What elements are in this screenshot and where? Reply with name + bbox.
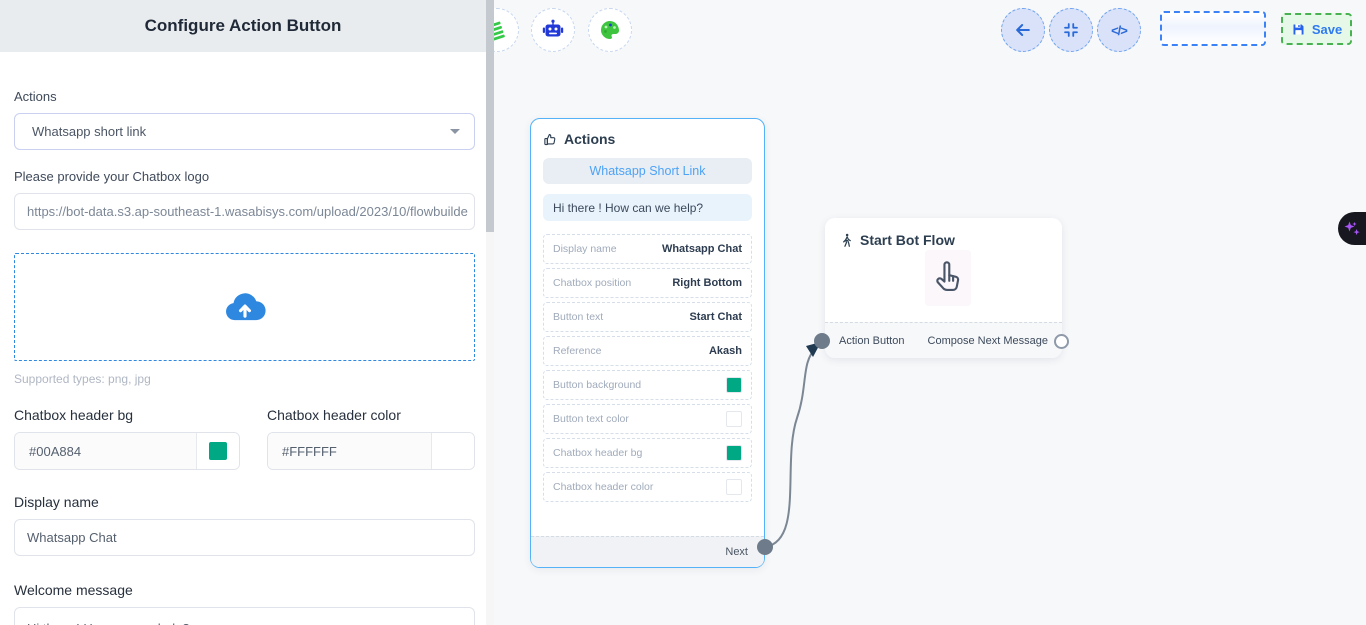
- compose-next-message-handle-label: Compose Next Message: [928, 335, 1048, 347]
- next-output-row: Next: [531, 536, 764, 567]
- actions-label: Actions: [14, 89, 475, 104]
- edge-next-to-action-button: [765, 348, 816, 547]
- chatbox-header-bg-picker[interactable]: [196, 433, 239, 469]
- welcome-message-input[interactable]: Hi there ! How can we help?: [14, 607, 475, 625]
- action-properties-list: Display name Whatsapp Chat Chatbox posit…: [543, 234, 752, 502]
- property-value: Start Chat: [689, 311, 742, 323]
- property-color-swatch: [726, 479, 742, 495]
- ai-assistant-button[interactable]: [1338, 212, 1366, 245]
- flow-builder-app: </> Save Actions Whatsapp Short Link Hi …: [0, 0, 1366, 625]
- panel-scrollbar[interactable]: [486, 0, 494, 625]
- configure-panel: Configure Action Button Actions Whatsapp…: [0, 0, 494, 625]
- save-label: Save: [1312, 22, 1342, 37]
- property-color-swatch: [726, 377, 742, 393]
- actions-select[interactable]: Whatsapp short link: [14, 113, 475, 150]
- chatbox-logo-input[interactable]: https://bot-data.s3.ap-southeast-1.wasab…: [14, 193, 475, 230]
- start-node-handles-row: Action Button Compose Next Message: [825, 322, 1062, 358]
- property-color-swatch: [726, 445, 742, 461]
- start-node-header: Start Bot Flow: [839, 232, 1048, 248]
- chatbox-header-color-picker[interactable]: [431, 433, 474, 469]
- property-label: Chatbox position: [553, 277, 631, 289]
- property-color-swatch: [726, 411, 742, 427]
- back-button[interactable]: [1001, 8, 1045, 52]
- actions-select-value: Whatsapp short link: [32, 124, 146, 139]
- property-row[interactable]: Button background: [543, 370, 752, 400]
- property-row[interactable]: Chatbox position Right Bottom: [543, 268, 752, 298]
- property-row[interactable]: Chatbox header bg: [543, 438, 752, 468]
- compose-next-message-source-handle[interactable]: [1054, 334, 1069, 349]
- chatbox-logo-label: Please provide your Chatbox logo: [14, 169, 475, 184]
- code-icon: </>: [1111, 23, 1127, 38]
- robot-icon: [541, 18, 565, 42]
- chatbox-header-bg-label: Chatbox header bg: [14, 407, 240, 423]
- back-arrow-icon: [1013, 20, 1033, 40]
- palette-icon: [598, 18, 622, 42]
- color-swatch: [444, 442, 462, 460]
- flow-name-input[interactable]: [1160, 11, 1266, 46]
- sparkles-icon: [1342, 219, 1362, 239]
- property-label: Chatbox header bg: [553, 447, 642, 459]
- action-type-chip[interactable]: Whatsapp Short Link: [543, 158, 752, 184]
- property-row[interactable]: Display name Whatsapp Chat: [543, 234, 752, 264]
- chatbox-header-bg-group: #00A884: [14, 432, 240, 470]
- property-value: Right Bottom: [672, 277, 742, 289]
- property-row[interactable]: Button text color: [543, 404, 752, 434]
- start-node-title: Start Bot Flow: [860, 232, 955, 248]
- panel-title: Configure Action Button: [0, 0, 486, 52]
- walking-person-icon: [839, 232, 854, 248]
- actions-node-title: Actions: [564, 131, 615, 147]
- display-name-input[interactable]: Whatsapp Chat: [14, 519, 475, 556]
- property-label: Chatbox header color: [553, 481, 653, 493]
- actions-node-header: Actions: [543, 131, 752, 147]
- action-button-handle-label: Action Button: [839, 335, 904, 347]
- property-label: Reference: [553, 345, 601, 357]
- save-icon: [1291, 22, 1306, 37]
- supported-types-hint: Supported types: png, jpg: [14, 372, 475, 386]
- start-node-body: Start Bot Flow: [825, 218, 1062, 322]
- property-value: Whatsapp Chat: [662, 243, 742, 255]
- next-source-handle[interactable]: [757, 539, 773, 555]
- property-label: Display name: [553, 243, 617, 255]
- welcome-message-preview[interactable]: Hi there ! How can we help?: [543, 194, 752, 221]
- property-label: Button text: [553, 311, 603, 323]
- thumbs-up-icon: [543, 132, 558, 147]
- property-row[interactable]: Chatbox header color: [543, 472, 752, 502]
- property-row[interactable]: Button text Start Chat: [543, 302, 752, 332]
- property-value: Akash: [709, 345, 742, 357]
- save-button[interactable]: Save: [1281, 13, 1352, 45]
- scrollbar-thumb[interactable]: [486, 0, 494, 232]
- theme-tool-button[interactable]: [588, 8, 632, 52]
- upload-cloud-icon: [224, 290, 266, 324]
- logo-upload-dropzone[interactable]: [14, 253, 475, 361]
- chatbox-header-color-input[interactable]: #FFFFFF: [268, 433, 431, 469]
- chatbox-header-bg-input[interactable]: #00A884: [15, 433, 196, 469]
- chatbox-header-color-label: Chatbox header color: [267, 407, 475, 423]
- property-row[interactable]: Reference Akash: [543, 336, 752, 366]
- next-label: Next: [725, 546, 748, 558]
- chevron-down-icon: [450, 129, 460, 134]
- drag-cursor-preview: [925, 250, 971, 306]
- hand-cursor-icon: [931, 257, 965, 299]
- fit-view-icon: [1062, 21, 1080, 39]
- code-view-button[interactable]: </>: [1097, 8, 1141, 52]
- property-label: Button background: [553, 379, 641, 391]
- chatbox-header-color-group: #FFFFFF: [267, 432, 475, 470]
- color-swatch: [209, 442, 227, 460]
- action-button-target-handle[interactable]: [814, 333, 830, 349]
- actions-node[interactable]: Actions Whatsapp Short Link Hi there ! H…: [530, 118, 765, 568]
- chatbot-tool-button[interactable]: [531, 8, 575, 52]
- start-bot-flow-node[interactable]: Start Bot Flow Action Button Compose Nex…: [825, 218, 1062, 358]
- property-label: Button text color: [553, 413, 629, 425]
- welcome-message-label: Welcome message: [14, 582, 475, 598]
- display-name-label: Display name: [14, 494, 475, 510]
- fit-view-button[interactable]: [1049, 8, 1093, 52]
